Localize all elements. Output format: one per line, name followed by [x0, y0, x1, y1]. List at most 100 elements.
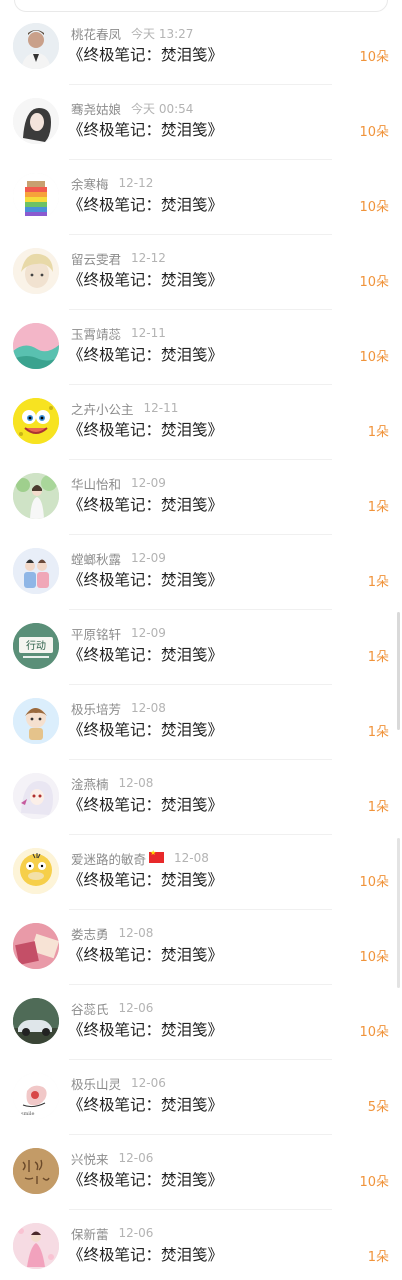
gift-amount: 10朵 — [359, 950, 389, 965]
avatar-girl-sketch-image — [13, 98, 59, 144]
avatar-calligraphy-image — [13, 1148, 59, 1194]
gift-amount: 1朵 — [367, 575, 389, 590]
gift-record-row[interactable]: 行动 平原铭轩 12-09 《终极笔记：焚泪笺》 1朵 — [0, 610, 402, 685]
gift-record-row[interactable]: 玉霄靖蕊 12-11 《终极笔记：焚泪笺》 10朵 — [0, 310, 402, 385]
user-name[interactable]: 极乐培芳 — [71, 699, 121, 718]
book-title: 《终极笔记：焚泪笺》 — [68, 496, 224, 514]
avatar-psyduck[interactable] — [13, 848, 59, 894]
book-title: 《终极笔记：焚泪笺》 — [68, 646, 224, 664]
book-title: 《终极笔记：焚泪笺》 — [68, 721, 224, 739]
gift-record-row[interactable]: 谷蕊氏 12-06 《终极笔记：焚泪笺》 10朵 — [0, 985, 402, 1060]
book-title: 《终极笔记：焚泪笺》 — [68, 946, 224, 964]
avatar-couple[interactable] — [13, 548, 59, 594]
user-name[interactable]: 留云雯君 — [71, 249, 121, 268]
gift-amount: 1朵 — [367, 425, 389, 440]
user-name[interactable]: 螳螂秋露 — [71, 549, 121, 568]
avatar-couple-image — [13, 548, 59, 594]
gift-record-row[interactable]: 余寒梅 12-12 《终极笔记：焚泪笺》 10朵 — [0, 160, 402, 235]
avatar-anime-white-hair[interactable] — [13, 773, 59, 819]
avatar-action-text[interactable]: 行动 — [13, 623, 59, 669]
gift-amount: 10朵 — [359, 275, 389, 290]
gift-time: 12-08 — [174, 851, 209, 865]
avatar-action-text-image: 行动 — [13, 623, 59, 669]
avatar-calligraphy[interactable] — [13, 1148, 59, 1194]
avatar-landscape-image — [13, 323, 59, 369]
gift-amount: 10朵 — [359, 350, 389, 365]
avatar-man-photo-image — [13, 23, 59, 69]
book-title: 《终极笔记：焚泪笺》 — [68, 421, 224, 439]
name-line: 留云雯君 12-12 — [71, 249, 166, 267]
user-name[interactable]: 极乐山灵 — [71, 1074, 121, 1093]
gift-record-row[interactable]: smile 极乐山灵 12-06 《终极笔记：焚泪笺》 5朵 — [0, 1060, 402, 1135]
avatar-hand-sketch[interactable]: smile — [13, 1073, 59, 1119]
user-name[interactable]: 淦燕楠 — [71, 774, 109, 793]
user-name[interactable]: 谷蕊氏 — [71, 999, 109, 1018]
gift-time: 12-06 — [131, 1076, 166, 1090]
user-name[interactable]: 保新蕾 — [71, 1224, 109, 1243]
avatar-anime-white-hair-image — [13, 773, 59, 819]
avatar-anime-boy-image — [13, 248, 59, 294]
gift-record-row[interactable]: 桃花春凤 今天 13:27 《终极笔记：焚泪笺》 10朵 — [0, 10, 402, 85]
avatar-spongebob[interactable] — [13, 398, 59, 444]
gift-record-row[interactable]: 骞尧姑娘 今天 00:54 《终极笔记：焚泪笺》 10朵 — [0, 85, 402, 160]
gift-record-row[interactable]: 华山怡和 12-09 《终极笔记：焚泪笺》 1朵 — [0, 460, 402, 535]
gift-record-row[interactable]: 娄志勇 12-08 《终极笔记：焚泪笺》 10朵 — [0, 910, 402, 985]
avatar-landscape[interactable] — [13, 323, 59, 369]
gift-amount: 10朵 — [359, 50, 389, 65]
book-title: 《终极笔记：焚泪笺》 — [68, 1246, 224, 1264]
gift-record-row[interactable]: 兴悦来 12-06 《终极笔记：焚泪笺》 10朵 — [0, 1135, 402, 1210]
scrollbar-track-secondary — [397, 838, 400, 988]
avatar-man-photo[interactable] — [13, 23, 59, 69]
avatar-vintage-car-image — [13, 998, 59, 1044]
gift-record-row[interactable]: 保新蕾 12-06 《终极笔记：焚泪笺》 1朵 — [0, 1210, 402, 1280]
gift-amount: 10朵 — [359, 875, 389, 890]
gift-record-row[interactable]: 极乐培芳 12-08 《终极笔记：焚泪笺》 1朵 — [0, 685, 402, 760]
name-line: 桃花春凤 今天 13:27 — [71, 24, 193, 42]
name-line: 极乐培芳 12-08 — [71, 699, 166, 717]
book-title: 《终极笔记：焚泪笺》 — [68, 571, 224, 589]
scrollbar-thumb[interactable] — [397, 612, 400, 730]
gift-record-row[interactable]: 螳螂秋露 12-09 《终极笔记：焚泪笺》 1朵 — [0, 535, 402, 610]
book-title: 《终极笔记：焚泪笺》 — [68, 1096, 224, 1114]
user-name[interactable]: 华山怡和 — [71, 474, 121, 493]
avatar-pink-envelope-image — [13, 923, 59, 969]
user-name[interactable]: 爱迷路的敏奇 — [71, 849, 146, 868]
avatar-girl-sketch[interactable] — [13, 98, 59, 144]
avatar-pink-envelope[interactable] — [13, 923, 59, 969]
svg-text:smile: smile — [21, 1111, 35, 1117]
gift-amount: 1朵 — [367, 800, 389, 815]
user-name[interactable]: 余寒梅 — [71, 174, 109, 193]
user-name[interactable]: 玉霄靖蕊 — [71, 324, 121, 343]
gift-amount: 5朵 — [367, 1100, 389, 1115]
avatar-pink-dress[interactable] — [13, 1223, 59, 1269]
avatar-rainbow-jar[interactable] — [13, 173, 59, 219]
svg-text:行动: 行动 — [26, 639, 46, 652]
user-name[interactable]: 骞尧姑娘 — [71, 99, 121, 118]
gift-time: 12-06 — [118, 1151, 154, 1165]
gift-record-row[interactable]: 留云雯君 12-12 《终极笔记：焚泪笺》 10朵 — [0, 235, 402, 310]
avatar-girl-garden[interactable] — [13, 473, 59, 519]
user-name[interactable]: 之卉小公主 — [71, 399, 134, 418]
user-name[interactable]: 平原铭轩 — [71, 624, 121, 643]
name-line: 螳螂秋露 12-09 — [71, 549, 166, 567]
user-name[interactable]: 娄志勇 — [71, 924, 109, 943]
avatar-hand-sketch-image: smile — [13, 1073, 59, 1119]
gift-amount: 10朵 — [359, 1175, 389, 1190]
user-name[interactable]: 兴悦来 — [71, 1149, 109, 1168]
china-flag-icon — [149, 849, 165, 863]
gift-record-row[interactable]: 之卉小公主 12-11 《终极笔记：焚泪笺》 1朵 — [0, 385, 402, 460]
gift-record-row[interactable]: 爱迷路的敏奇 12-08 《终极笔记：焚泪笺》 10朵 — [0, 835, 402, 910]
gift-time: 12-09 — [131, 551, 166, 565]
gift-record-row[interactable]: 淦燕楠 12-08 《终极笔记：焚泪笺》 1朵 — [0, 760, 402, 835]
gift-time: 12-09 — [131, 476, 166, 490]
gift-amount: 1朵 — [367, 500, 389, 515]
gift-amount: 1朵 — [367, 650, 389, 665]
book-title: 《终极笔记：焚泪笺》 — [68, 121, 224, 139]
avatar-chibi[interactable] — [13, 698, 59, 744]
gift-record-list[interactable]: 桃花春凤 今天 13:27 《终极笔记：焚泪笺》 10朵 骞尧姑娘 今天 00:… — [0, 10, 402, 1280]
avatar-anime-boy[interactable] — [13, 248, 59, 294]
avatar-vintage-car[interactable] — [13, 998, 59, 1044]
name-line: 平原铭轩 12-09 — [71, 624, 166, 642]
user-name[interactable]: 桃花春凤 — [71, 24, 121, 43]
gift-amount: 1朵 — [367, 1250, 389, 1265]
